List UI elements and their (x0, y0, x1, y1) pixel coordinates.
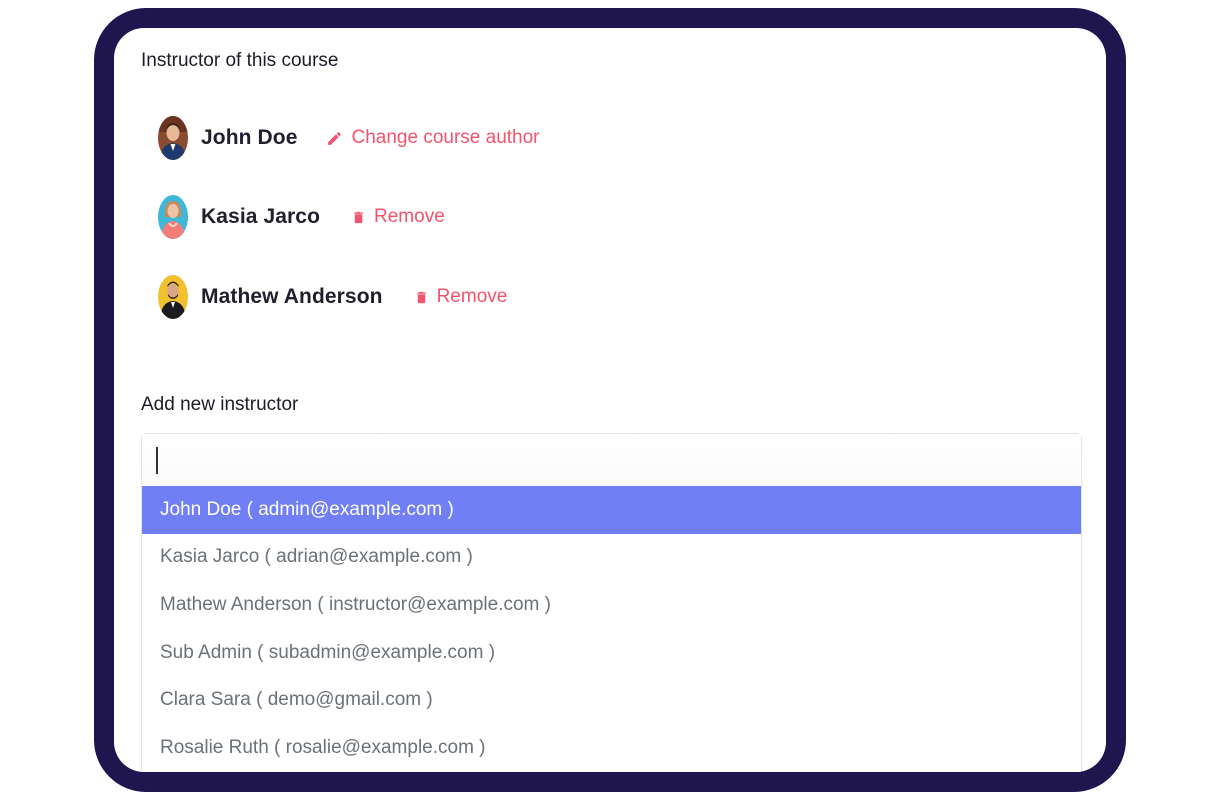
instructor-row: John Doe Change course author (158, 114, 540, 162)
dropdown-option[interactable]: Mathew Anderson ( instructor@example.com… (142, 581, 1081, 629)
trash-icon (351, 209, 366, 226)
instructor-name: Mathew Anderson (201, 285, 383, 308)
instructor-row: Mathew Anderson Remove (158, 273, 507, 321)
change-course-author-link[interactable]: Change course author (326, 127, 540, 149)
text-cursor (156, 446, 158, 474)
change-course-author-label: Change course author (351, 127, 540, 148)
pencil-icon (326, 130, 343, 147)
dropdown-option[interactable]: Clara Sara ( demo@gmail.com ) (142, 676, 1081, 724)
screen: Instructor of this course John Doe Chang… (114, 28, 1106, 772)
dropdown-option[interactable]: Sub Admin ( subadmin@example.com ) (142, 629, 1081, 677)
instructor-name: John Doe (201, 126, 298, 149)
instructor-search-input[interactable] (142, 434, 1081, 486)
instructor-name: Kasia Jarco (201, 205, 321, 228)
remove-instructor-button[interactable]: Remove (351, 206, 445, 228)
remove-instructor-button[interactable]: Remove (414, 286, 508, 308)
add-instructor-heading: Add new instructor (141, 394, 299, 415)
instructors-heading: Instructor of this course (141, 50, 339, 71)
dropdown-option[interactable]: John Doe ( admin@example.com ) (142, 486, 1081, 534)
avatar (158, 116, 188, 160)
dropdown-option[interactable]: Kasia Jarco ( adrian@example.com ) (142, 534, 1081, 582)
remove-label: Remove (374, 206, 445, 227)
dropdown-option[interactable]: Rosalie Ruth ( rosalie@example.com ) (142, 724, 1081, 772)
trash-icon (414, 289, 429, 306)
remove-label: Remove (436, 286, 508, 307)
dropdown-options: John Doe ( admin@example.com ) Kasia Jar… (142, 486, 1081, 772)
avatar (158, 195, 188, 239)
instructor-select[interactable]: John Doe ( admin@example.com ) Kasia Jar… (141, 433, 1082, 772)
avatar (158, 275, 188, 319)
instructor-row: Kasia Jarco Remove (158, 193, 445, 241)
